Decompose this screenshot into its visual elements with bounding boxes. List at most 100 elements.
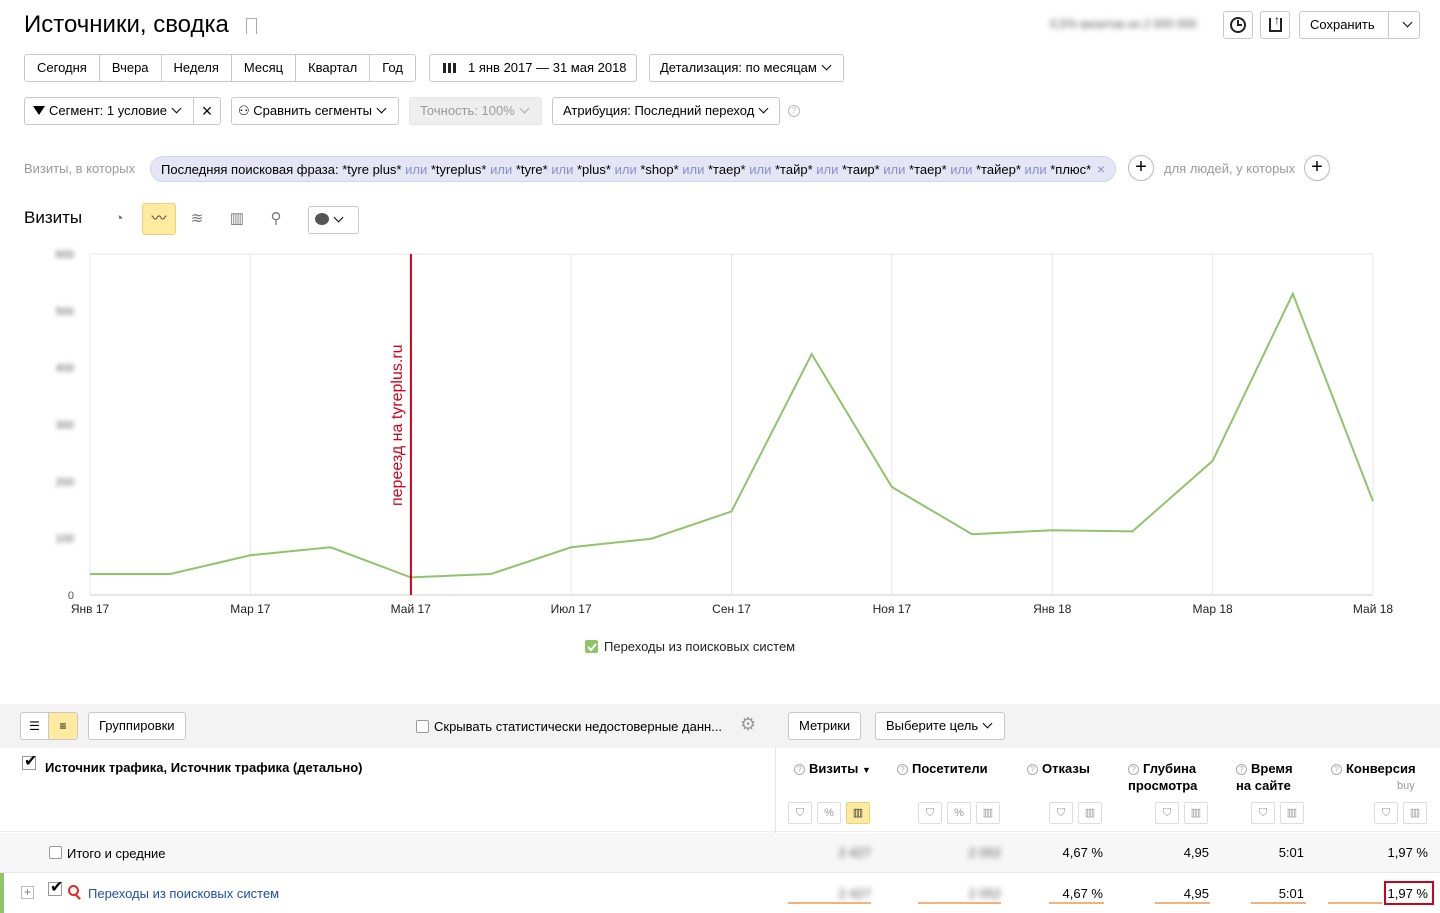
totals-depth: 4,95: [1183, 845, 1209, 860]
col-visitors-header[interactable]: ? Посетители: [897, 760, 988, 777]
settings-gear-icon[interactable]: ⚙: [740, 714, 756, 735]
col-label-line2: на сайте: [1236, 778, 1291, 793]
col-time-header[interactable]: ? Время на сайте: [1236, 760, 1293, 794]
expand-icon[interactable]: +: [21, 886, 34, 899]
bar-chart-icon[interactable]: ▥: [222, 204, 252, 234]
legend-label: Переходы из поисковых систем: [604, 639, 795, 654]
bar-chart-icon[interactable]: ▥: [1078, 802, 1102, 824]
period-year[interactable]: Год: [370, 55, 415, 81]
bar-depth: [1155, 902, 1210, 904]
period-week[interactable]: Неделя: [161, 55, 232, 81]
line-chart-icon[interactable]: 〰: [142, 203, 176, 235]
condition-chip[interactable]: Последняя поисковая фраза: *tyre plus* и…: [150, 156, 1117, 182]
bar-chart-icon[interactable]: ▥: [1280, 802, 1304, 824]
detail-label: Детализация: по месяцам: [660, 60, 817, 75]
dimension-checkmark-icon[interactable]: ✔: [22, 753, 37, 770]
period-yesterday[interactable]: Вчера: [99, 55, 162, 81]
chip-term: *tyreplus*: [430, 162, 487, 177]
chip-term: *тайер*: [976, 162, 1021, 177]
x-tick-label: Мар 18: [1193, 602, 1233, 616]
x-tick-label: Янв 17: [71, 602, 110, 616]
conversion-highlight-box: [1384, 881, 1434, 905]
chevron-down-icon: [758, 103, 769, 114]
y-tick-label: 500: [56, 306, 74, 318]
chip-term: *таер*: [708, 162, 746, 177]
help-icon[interactable]: ?: [1331, 764, 1342, 775]
chip-or: или: [614, 162, 637, 177]
filter-icon[interactable]: ⛉: [1155, 802, 1179, 824]
period-today[interactable]: Сегодня: [25, 55, 100, 81]
help-icon[interactable]: ?: [897, 764, 908, 775]
help-icon[interactable]: ?: [788, 105, 800, 117]
filter-icon[interactable]: ⛉: [1251, 802, 1275, 824]
percent-icon[interactable]: %: [947, 802, 971, 824]
bookmark-icon[interactable]: [246, 18, 257, 34]
totals-visits: 2 427: [838, 845, 871, 860]
map-pin-icon[interactable]: ⚲: [261, 204, 291, 234]
date-range-label: 1 янв 2017 — 31 мая 2018: [468, 60, 627, 75]
area-chart-icon[interactable]: ≋: [182, 204, 212, 234]
y-tick-label: 400: [56, 363, 74, 375]
close-icon: ×: [201, 101, 213, 121]
help-icon[interactable]: ?: [1128, 764, 1139, 775]
bar-chart-icon[interactable]: ▥: [846, 802, 870, 824]
bar-chart-icon[interactable]: ▥: [976, 802, 1000, 824]
date-range-button[interactable]: 1 янв 2017 — 31 мая 2018: [429, 54, 637, 82]
list-view-icon[interactable]: ☰: [21, 713, 50, 739]
chip-or: или: [682, 162, 705, 177]
segment-clear-button[interactable]: ×: [193, 97, 221, 125]
x-tick-label: Июл 17: [551, 602, 592, 616]
filter-icon[interactable]: ⛉: [1049, 802, 1073, 824]
metrics-button[interactable]: Метрики: [788, 712, 862, 740]
save-button[interactable]: Сохранить: [1299, 11, 1389, 39]
chip-or: или: [551, 162, 574, 177]
add-condition-button[interactable]: +: [1128, 155, 1154, 181]
accuracy-dropdown[interactable]: Точность: 100%: [409, 97, 542, 125]
compare-segments-dropdown[interactable]: ⚇ Сравнить сегменты: [231, 97, 399, 125]
y-tick-label: 600: [56, 249, 74, 261]
attribution-dropdown[interactable]: Атрибуция: Последний переход: [552, 97, 780, 125]
chip-remove-icon[interactable]: ×: [1097, 161, 1105, 177]
clock-hand: [1237, 20, 1242, 26]
chip-or: или: [405, 162, 428, 177]
add-people-condition-button[interactable]: +: [1304, 155, 1330, 181]
col-conversion-header[interactable]: ? Конверсия: [1331, 760, 1416, 777]
totals-checkbox[interactable]: [49, 846, 62, 859]
bar-chart-icon[interactable]: ▥: [1184, 802, 1208, 824]
col-bounces-header[interactable]: ? Отказы: [1027, 760, 1090, 777]
row-checkbox[interactable]: ✔: [48, 879, 63, 896]
comment-icon: [315, 213, 329, 225]
detail-dropdown[interactable]: Детализация: по месяцам: [649, 54, 844, 82]
view-toggle: ☰ ≡: [20, 712, 78, 740]
row-visitors: 2 052: [968, 886, 1001, 901]
help-icon[interactable]: ?: [1236, 764, 1247, 775]
save-dropdown-button[interactable]: [1388, 11, 1420, 39]
col-depth-header[interactable]: ? Глубина просмотра: [1128, 760, 1197, 794]
y-tick-label: 200: [56, 476, 74, 488]
pie-chart-icon[interactable]: ◔: [104, 204, 134, 234]
history-button[interactable]: [1223, 11, 1253, 39]
filter-icon[interactable]: ⛉: [788, 802, 812, 824]
col-visits-header[interactable]: ? Визиты ▼: [794, 760, 871, 779]
export-button[interactable]: ↑: [1260, 11, 1290, 39]
page-title: Источники, сводка: [24, 11, 229, 38]
bar-chart-icon[interactable]: ▥: [1403, 802, 1427, 824]
annotations-dropdown[interactable]: [308, 206, 359, 234]
chip-term: *tyre*: [515, 162, 548, 177]
filter-icon[interactable]: ⛉: [1374, 802, 1398, 824]
row-label-link[interactable]: Переходы из поисковых систем: [88, 886, 279, 901]
hide-unreliable-checkbox[interactable]: [416, 720, 429, 733]
help-icon[interactable]: ?: [1027, 764, 1038, 775]
col-label: Посетители: [912, 761, 988, 776]
tree-view-icon[interactable]: ≡: [49, 713, 77, 739]
percent-icon[interactable]: %: [817, 802, 841, 824]
segment-dropdown[interactable]: Сегмент: 1 условие: [24, 97, 194, 125]
help-icon[interactable]: ?: [794, 764, 805, 775]
filter-icon[interactable]: ⛉: [918, 802, 942, 824]
period-month[interactable]: Месяц: [231, 55, 297, 81]
groupings-button[interactable]: Группировки: [88, 712, 186, 740]
goal-dropdown[interactable]: Выберите цель: [875, 712, 1005, 740]
period-quarter[interactable]: Квартал: [296, 55, 371, 81]
col-label: Глубина: [1143, 761, 1197, 776]
x-tick-label: Ноя 17: [873, 602, 912, 616]
